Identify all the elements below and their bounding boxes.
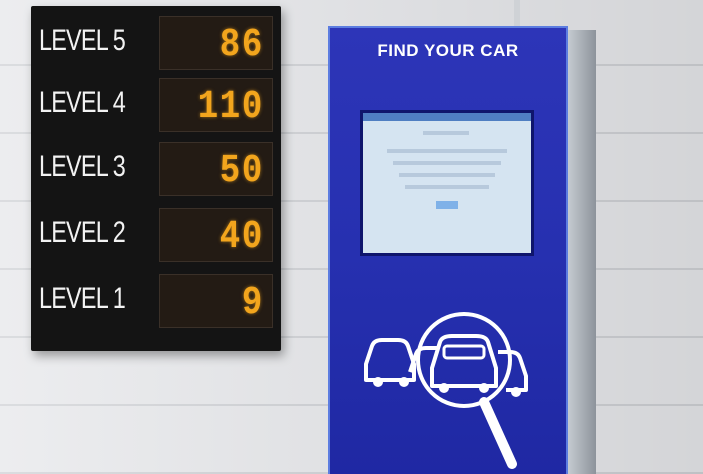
- level-label: LEVEL 1: [39, 282, 126, 315]
- led-display: 9: [159, 274, 273, 328]
- photo-scene: LEVEL 5 86 LEVEL 4 110 LEVEL 3 50 LEVEL …: [0, 0, 703, 474]
- board-row-level-1: LEVEL 1 9: [31, 268, 281, 328]
- led-display: 110: [159, 78, 273, 132]
- board-row-level-2: LEVEL 2 40: [31, 202, 281, 262]
- led-display: 40: [159, 208, 273, 262]
- level-label: LEVEL 3: [39, 150, 126, 183]
- screen-header-bar: [363, 113, 531, 121]
- parking-occupancy-board: LEVEL 5 86 LEVEL 4 110 LEVEL 3 50 LEVEL …: [31, 6, 281, 351]
- space-count: 110: [197, 85, 264, 130]
- car-search-icon: [364, 312, 528, 469]
- led-display: 86: [159, 16, 273, 70]
- find-your-car-kiosk: FIND YOUR CAR: [328, 26, 568, 474]
- kiosk-title: FIND YOUR CAR: [377, 41, 519, 60]
- board-row-level-5: LEVEL 5 86: [31, 10, 281, 70]
- space-count: 40: [219, 215, 264, 260]
- screen-button[interactable]: [436, 201, 458, 209]
- board-row-level-4: LEVEL 4 110: [31, 72, 281, 132]
- kiosk-touchscreen[interactable]: [360, 110, 534, 256]
- level-label: LEVEL 5: [39, 24, 126, 57]
- space-count: 50: [219, 149, 264, 194]
- board-row-level-3: LEVEL 3 50: [31, 136, 281, 196]
- led-display: 50: [159, 142, 273, 196]
- level-label: LEVEL 4: [39, 86, 126, 119]
- space-count: 9: [241, 281, 264, 326]
- level-label: LEVEL 2: [39, 216, 126, 249]
- space-count: 86: [219, 23, 264, 68]
